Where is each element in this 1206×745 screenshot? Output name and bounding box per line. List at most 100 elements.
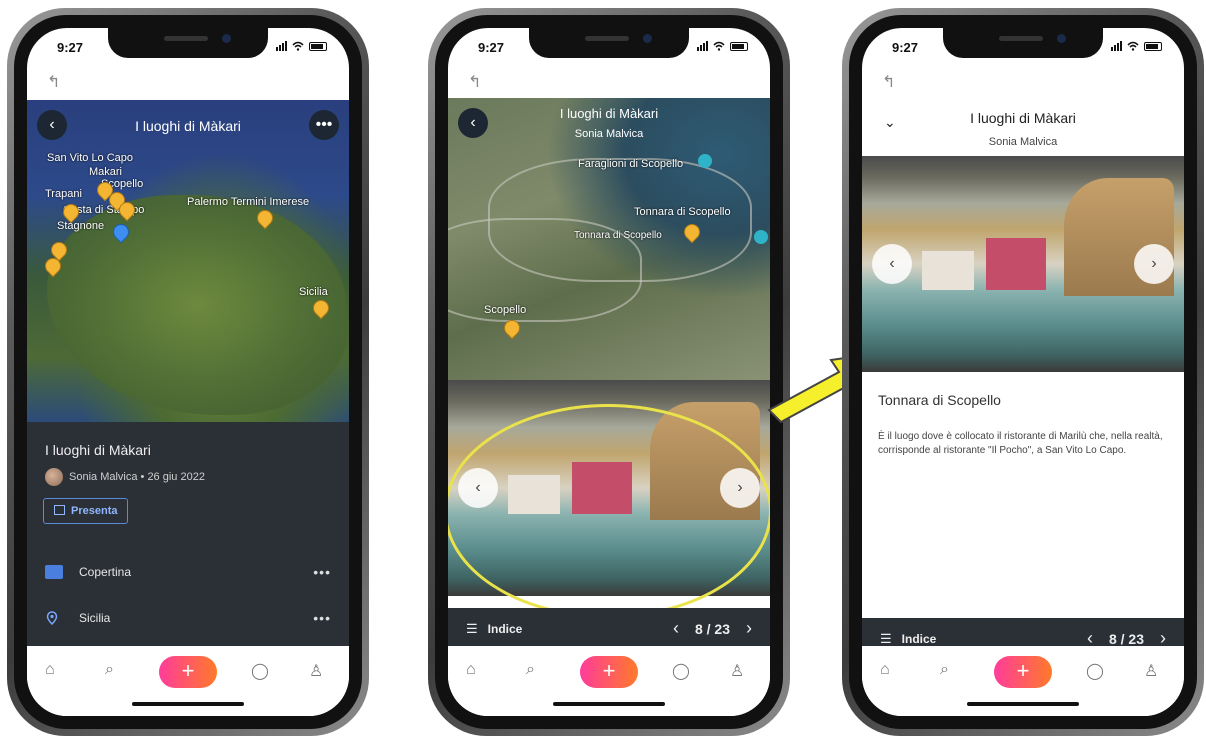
map-title: I luoghi di Màkari [135,118,241,134]
search-icon[interactable]: ⌕ [105,661,114,679]
status-time: 9:27 [892,40,919,55]
map[interactable]: I luoghi di Màkari ‹ ••• San Vito Lo Cap… [27,100,349,422]
details-sheet: I luoghi di Màkari Sonia Malvica • 26 gi… [27,422,349,646]
map-label: Tonnara di Scopello [634,206,731,218]
undo-icon[interactable]: ↰ [882,72,895,92]
chat-icon[interactable]: ◯ [672,661,690,681]
map-label: Palermo Termini Imerese [187,196,310,208]
place-title: Tonnara di Scopello [878,392,1001,408]
pin-icon [45,611,63,626]
wifi-icon [713,41,725,51]
screen: 9:27 ↰ ‹ I luoghi di Màkari Sonia Malvic… [448,28,770,716]
place-description: È il luogo dove è collocato il ristorant… [878,431,1163,456]
home-icon[interactable]: ⌂ [466,661,476,679]
camera [643,34,652,43]
phone-slide-view: 9:27 ↰ ‹ I luoghi di Màkari Sonia Malvic… [428,8,790,736]
list-item-label: Sicilia [79,611,111,625]
image-icon [45,565,63,579]
phone-detail-view: 9:27 ↰ ⌄ I luoghi di Màkari Sonia Malvic… [842,8,1204,736]
status-icons [697,41,748,51]
chat-icon[interactable]: ◯ [251,661,269,681]
map-label: Scopello [484,304,527,316]
page-bar: ☰ Indice ‹ 8 / 23 › [448,608,770,648]
index-label: Indice [901,632,937,646]
phone-map-view: 9:27 ↰ I luoghi di Màkari ‹ ••• San Vito… [7,8,369,736]
screen: 9:27 ↰ ⌄ I luoghi di Màkari Sonia Malvic… [862,28,1184,716]
index-button[interactable]: ☰ Indice [466,621,522,637]
camera [222,34,231,43]
story-title: I luoghi di Màkari [45,442,151,458]
signal-icon [276,41,287,51]
slide-author: Sonia Malvica [574,128,644,140]
detail-title: I luoghi di Màkari [970,110,1076,126]
photo-marker-icon[interactable] [754,230,768,244]
home-indicator [967,702,1079,706]
map-label: Trapani [45,188,82,200]
more-icon[interactable]: ••• [313,564,331,580]
tab-bar: ⌂ ⌕ + ◯ ♙ [27,646,349,716]
author-row: Sonia Malvica • 26 giu 2022 [45,468,205,486]
battery-icon [309,42,327,51]
avatar [45,468,63,486]
undo-icon[interactable]: ↰ [47,72,60,92]
map-label: Stagnone [57,220,105,232]
photo-marker-icon[interactable] [698,154,712,168]
map-label: San Vito Lo Capo [47,152,134,164]
list-item-sicilia[interactable]: Sicilia ••• [45,610,331,626]
list-icon: ☰ [466,621,478,636]
index-button[interactable]: ☰ Indice [880,631,936,647]
map-label: Faraglioni di Scopello [578,158,684,170]
add-button[interactable]: + [580,656,638,688]
map-label: Sicilia [299,286,328,298]
tab-bar: ⌂ ⌕ + ◯ ♙ [448,646,770,716]
chat-icon[interactable]: ◯ [1086,661,1104,681]
signal-icon [1111,41,1122,51]
notch [529,28,689,58]
status-icons [1111,41,1162,51]
phone-bezel: 9:27 ↰ ⌄ I luoghi di Màkari Sonia Malvic… [849,15,1197,729]
more-icon[interactable]: ••• [313,610,331,626]
battery-icon [1144,42,1162,51]
undo-icon[interactable]: ↰ [468,72,481,92]
map-label: Tonnara di Scopello [574,230,662,241]
add-button[interactable]: + [159,656,217,688]
prev-page-icon[interactable]: ‹ [673,618,679,639]
home-icon[interactable]: ⌂ [880,661,890,679]
notch [108,28,268,58]
camera [1057,34,1066,43]
battery-icon [730,42,748,51]
status-time: 9:27 [57,40,84,55]
search-icon[interactable]: ⌕ [940,661,949,679]
speaker [999,36,1043,41]
red-house [986,238,1046,290]
pagination: ‹ 8 / 23 › [673,618,752,639]
highlight-ellipse [448,404,770,618]
aerial-map[interactable]: ‹ I luoghi di Màkari Sonia Malvica Farag… [448,98,770,380]
next-page-icon[interactable]: › [746,618,752,639]
profile-icon[interactable]: ♙ [1144,661,1158,681]
search-icon[interactable]: ⌕ [526,661,535,679]
page-counter: 8 / 23 [694,620,730,637]
profile-icon[interactable]: ♙ [309,661,323,681]
screen: 9:27 ↰ I luoghi di Màkari ‹ ••• San Vito… [27,28,349,716]
list-item-label: Copertina [79,565,132,579]
map-label: Makari [89,166,123,178]
wifi-icon [1127,41,1139,51]
status-icons [276,41,327,51]
home-indicator [553,702,665,706]
notch [943,28,1103,58]
present-button[interactable]: Presenta [43,498,129,524]
tab-bar: ⌂ ⌕ + ◯ ♙ [862,646,1184,716]
prev-button[interactable]: ‹ [872,244,912,284]
next-button[interactable]: › [1134,244,1174,284]
back-button[interactable]: ‹ [37,110,67,140]
speaker [164,36,208,41]
author-text: Sonia Malvica • 26 giu 2022 [69,471,205,483]
home-icon[interactable]: ⌂ [45,661,55,679]
list-item-cover[interactable]: Copertina ••• [45,564,331,580]
more-button[interactable]: ••• [309,110,339,140]
add-button[interactable]: + [994,656,1052,688]
profile-icon[interactable]: ♙ [730,661,744,681]
phone-bezel: 9:27 ↰ ‹ I luoghi di Màkari Sonia Malvic… [435,15,783,729]
page-counter: 8 / 23 [1108,630,1144,647]
